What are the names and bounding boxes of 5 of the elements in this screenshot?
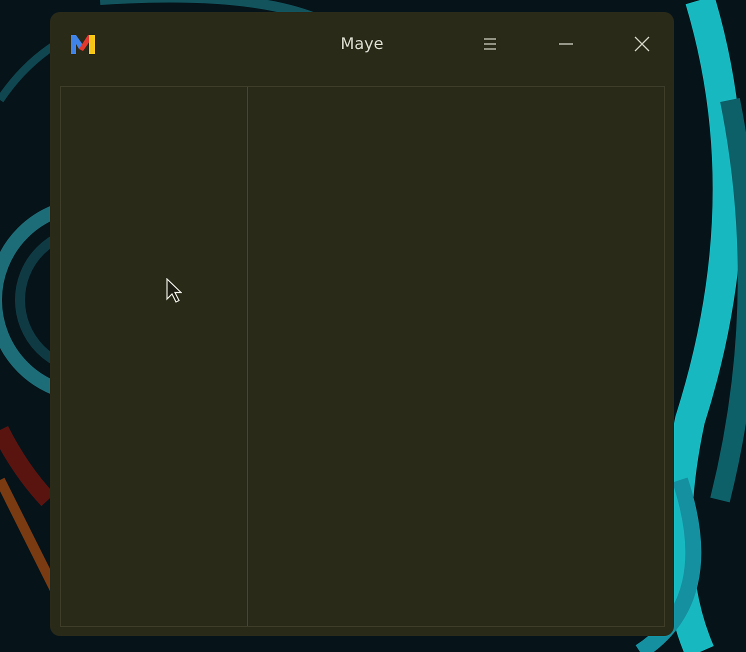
window-title: Maye bbox=[340, 33, 384, 55]
close-icon bbox=[634, 36, 650, 52]
app-logo-icon bbox=[70, 33, 96, 55]
menu-icon bbox=[482, 37, 498, 51]
mouse-pointer-icon bbox=[166, 278, 182, 303]
